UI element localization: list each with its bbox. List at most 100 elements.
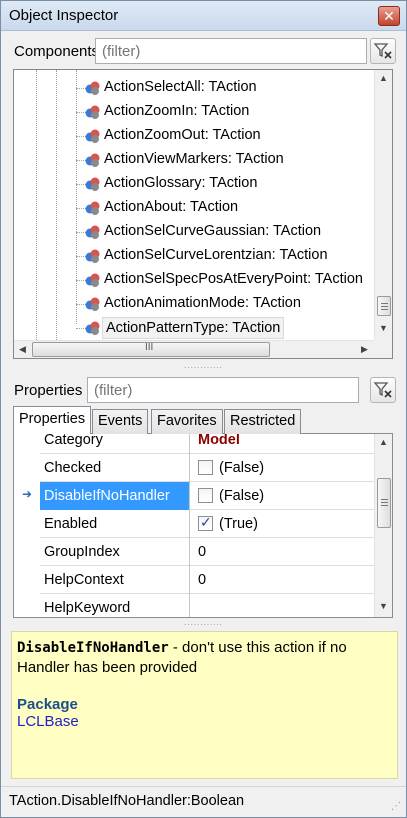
action-component-icon [85,249,100,263]
scroll-up-arrow-icon[interactable]: ▲ [375,434,392,451]
grid-vertical-scrollbar[interactable]: ▲ ▼ [374,434,392,617]
scroll-left-arrow-icon[interactable]: ◀ [14,341,31,358]
tab-events[interactable]: Events [92,409,149,434]
property-name[interactable]: HelpKeyword [40,594,190,617]
tree-item[interactable]: ActionZoomIn: TAction [76,100,372,124]
tree-item[interactable]: ActionAbout: TAction [76,196,372,220]
grid-vertical-scroll-thumb[interactable] [377,478,391,528]
property-value-text: (False) [219,488,265,504]
action-component-icon [85,105,100,119]
property-gutter: ➜ [14,482,40,510]
property-value-text: 0 [198,572,207,588]
size-grip-icon[interactable]: ⋰ [391,802,403,814]
property-row[interactable]: Enabled ✓ (True) [14,510,374,538]
tree-item-label: ActionZoomOut: TAction [104,127,261,143]
help-unit-link[interactable]: LCLBase [17,713,392,730]
tab-properties[interactable]: Properties [13,406,92,435]
tree-item-label: ActionSelectAll: TAction [104,79,257,95]
clear-filter-icon [373,43,392,59]
property-grid-rows: Category Model Checked (False) ➜ DisableIfNoH… [14,434,374,617]
property-value[interactable]: ✓ (True) [192,510,374,538]
components-filter-row: Components [11,37,396,65]
property-gutter [14,566,40,594]
property-value-text: 0 [198,544,207,560]
property-name[interactable]: Enabled [40,510,190,538]
property-row[interactable]: ➜ DisableIfNoHandler (False) [14,482,374,510]
components-label: Components [14,43,100,60]
tree-item[interactable]: ActionSelectAll: TAction [76,76,372,100]
properties-filter-input[interactable] [87,377,359,403]
property-name[interactable]: DisableIfNoHandler [40,482,190,510]
scrollbar-corner [374,340,392,358]
tree-item-label: ActionSelCurveGaussian: TAction [104,223,322,239]
title-bar[interactable]: Object Inspector ✕ [1,1,406,31]
property-row[interactable]: HelpContext 0 [14,566,374,594]
property-value[interactable]: (False) [192,482,374,510]
property-checkbox[interactable] [198,488,213,503]
action-component-icon [85,297,100,311]
tree-item[interactable]: ActionViewMarkers: TAction [76,148,372,172]
scroll-grip: III [145,342,154,353]
status-text: TAction.DisableIfNoHandler:Boolean [9,793,245,809]
tree-horizontal-scroll-thumb[interactable]: III [32,342,270,357]
tree-horizontal-scrollbar[interactable]: ◀ III ▶ [14,340,374,358]
scroll-down-arrow-icon[interactable]: ▼ [375,320,392,337]
tree-item[interactable]: ActionAnimationMode: TAction [76,292,372,316]
tree-item-label: ActionGlossary: TAction [104,175,258,191]
property-row[interactable]: HelpKeyword [14,594,374,617]
property-value[interactable]: 0 [192,566,374,594]
close-icon: ✕ [383,8,395,24]
scroll-down-arrow-icon[interactable]: ▼ [375,598,392,615]
property-name[interactable]: Category [40,434,190,454]
action-component-icon [85,321,100,335]
property-row[interactable]: GroupIndex 0 [14,538,374,566]
tab-restricted[interactable]: Restricted [224,409,302,434]
components-filter-input[interactable] [95,38,367,64]
tree-item-label: ActionPatternType: TAction [102,317,285,339]
tree-item-label: ActionSelSpecPosAtEveryPoint: TAction [104,271,363,287]
action-component-icon [85,177,100,191]
check-mark-icon: ✓ [200,514,212,530]
properties-filter-row: Properties [11,376,396,404]
property-name[interactable]: HelpContext [40,566,190,594]
property-row[interactable]: Category Model [14,434,374,454]
property-name[interactable]: Checked [40,454,190,482]
property-checkbox[interactable]: ✓ [198,514,213,531]
components-filter-clear-button[interactable] [370,38,396,64]
components-tree-rows: ActionSelectAll: TAction ActionZoomIn: TA… [14,70,374,342]
panel-splitter[interactable]: ............ [1,619,406,628]
property-value[interactable] [192,594,374,617]
help-panel: DisableIfNoHandler - don't use this acti… [11,631,398,779]
panel-splitter[interactable]: ............ [1,362,406,371]
tree-vertical-scroll-thumb[interactable] [377,296,391,316]
property-grid[interactable]: Category Model Checked (False) ➜ DisableIfNoH… [13,434,393,618]
property-value-text: Model [198,434,240,448]
property-value[interactable]: Model [192,434,374,454]
property-value[interactable]: 0 [192,538,374,566]
property-gutter [14,454,40,482]
status-bar: TAction.DisableIfNoHandler:Boolean ⋰ [1,786,406,817]
help-description: DisableIfNoHandler - don't use this acti… [17,638,392,677]
components-tree[interactable]: ActionSelectAll: TAction ActionZoomIn: TA… [13,69,393,359]
tab-favorites[interactable]: Favorites [151,409,223,434]
properties-filter-clear-button[interactable] [370,377,396,403]
tree-item[interactable]: ActionPatternType: TAction [76,316,372,340]
tree-item[interactable]: ActionSelCurveLorentzian: TAction [76,244,372,268]
scroll-right-arrow-icon[interactable]: ▶ [356,341,373,358]
property-value[interactable]: (False) [192,454,374,482]
tree-vertical-scrollbar[interactable]: ▲ ▼ [374,70,392,342]
tree-item[interactable]: ActionZoomOut: TAction [76,124,372,148]
close-button[interactable]: ✕ [378,6,400,26]
tree-item[interactable]: ActionSelCurveGaussian: TAction [76,220,372,244]
property-row[interactable]: Checked (False) [14,454,374,482]
action-component-icon [85,81,100,95]
action-component-icon [85,225,100,239]
action-component-icon [85,273,100,287]
scroll-up-arrow-icon[interactable]: ▲ [375,70,392,87]
tree-item[interactable]: ActionSelSpecPosAtEveryPoint: TAction [76,268,372,292]
property-checkbox[interactable] [198,460,213,475]
property-name[interactable]: GroupIndex [40,538,190,566]
tree-item[interactable]: ActionGlossary: TAction [76,172,372,196]
tree-item-label: ActionZoomIn: TAction [104,103,250,119]
property-gutter [14,434,40,454]
